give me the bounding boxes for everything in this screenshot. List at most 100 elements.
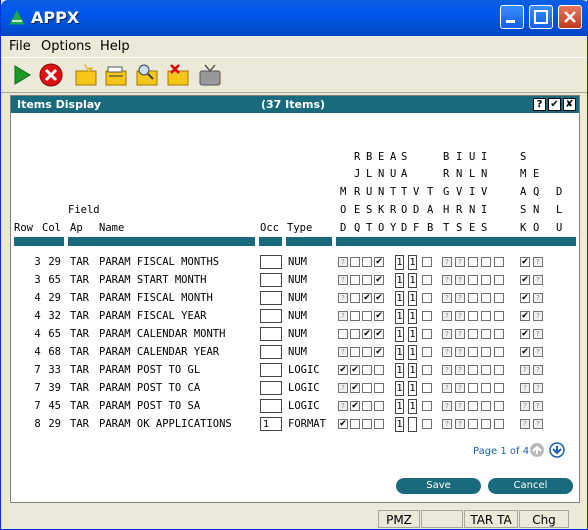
flag-checkbox[interactable]: ?: [442, 365, 452, 375]
occurrence-field[interactable]: [260, 345, 282, 359]
menu-options[interactable]: Options: [41, 39, 91, 54]
flag-checkbox[interactable]: [468, 347, 478, 357]
save-button[interactable]: Save: [396, 478, 481, 494]
menu-help[interactable]: Help: [100, 39, 130, 54]
menu-file[interactable]: File: [9, 39, 31, 54]
flag-checkbox[interactable]: ?: [455, 365, 465, 375]
maximize-button[interactable]: [529, 5, 553, 29]
flag-checkbox[interactable]: [362, 311, 372, 321]
flag-value-input[interactable]: 1: [395, 399, 404, 414]
new-icon[interactable]: [73, 62, 99, 88]
flag-checkbox[interactable]: ✔: [520, 329, 530, 339]
occurrence-field[interactable]: [260, 381, 282, 395]
flag-checkbox[interactable]: [481, 275, 491, 285]
flag-checkbox[interactable]: ?: [533, 311, 543, 321]
flag-checkbox[interactable]: [481, 365, 491, 375]
flag-checkbox[interactable]: [468, 383, 478, 393]
flag-checkbox[interactable]: ?: [455, 401, 465, 411]
flag-checkbox[interactable]: [362, 383, 372, 393]
flag-value-input[interactable]: 1: [408, 363, 417, 378]
flag-checkbox[interactable]: [481, 311, 491, 321]
flag-checkbox[interactable]: [422, 329, 432, 339]
flag-checkbox[interactable]: ?: [338, 257, 348, 267]
flag-value-input[interactable]: 1: [408, 345, 417, 360]
flag-checkbox[interactable]: [494, 347, 504, 357]
flag-checkbox[interactable]: [422, 383, 432, 393]
flag-checkbox[interactable]: [422, 257, 432, 267]
flag-checkbox[interactable]: [468, 329, 478, 339]
flag-checkbox[interactable]: [494, 419, 504, 429]
flag-checkbox[interactable]: [374, 383, 384, 393]
flag-checkbox[interactable]: [481, 401, 491, 411]
flag-checkbox[interactable]: [494, 257, 504, 267]
flag-checkbox[interactable]: [481, 329, 491, 339]
flag-checkbox[interactable]: [468, 365, 478, 375]
cancel-icon[interactable]: [38, 62, 64, 88]
flag-checkbox[interactable]: [481, 257, 491, 267]
flag-checkbox[interactable]: ?: [442, 419, 452, 429]
flag-checkbox[interactable]: [494, 383, 504, 393]
flag-value-input[interactable]: 1: [395, 381, 404, 396]
flag-checkbox[interactable]: [422, 419, 432, 429]
flag-checkbox[interactable]: [374, 419, 384, 429]
flag-checkbox[interactable]: [350, 293, 360, 303]
flag-checkbox[interactable]: ?: [442, 311, 452, 321]
flag-checkbox[interactable]: [494, 329, 504, 339]
flag-value-input[interactable]: 1: [395, 327, 404, 342]
flag-checkbox[interactable]: [468, 293, 478, 303]
flag-checkbox[interactable]: ?: [455, 419, 465, 429]
occurrence-field[interactable]: [260, 291, 282, 305]
help-button[interactable]: ?: [533, 98, 546, 111]
flag-checkbox[interactable]: ?: [338, 401, 348, 411]
flag-checkbox[interactable]: [422, 347, 432, 357]
flag-checkbox[interactable]: ?: [338, 347, 348, 357]
flag-checkbox[interactable]: ✔: [350, 383, 360, 393]
flag-checkbox[interactable]: [468, 419, 478, 429]
flag-checkbox[interactable]: ✔: [520, 293, 530, 303]
flag-checkbox[interactable]: [350, 329, 360, 339]
flag-checkbox[interactable]: ?: [455, 257, 465, 267]
flag-checkbox[interactable]: [481, 347, 491, 357]
flag-checkbox[interactable]: [362, 365, 372, 375]
flag-checkbox[interactable]: [350, 275, 360, 285]
flag-checkbox[interactable]: [338, 329, 348, 339]
flag-checkbox[interactable]: ?: [455, 293, 465, 303]
flag-checkbox[interactable]: ?: [455, 329, 465, 339]
flag-checkbox[interactable]: ✔: [520, 257, 530, 267]
flag-checkbox[interactable]: ?: [533, 347, 543, 357]
flag-checkbox[interactable]: [422, 401, 432, 411]
flag-checkbox[interactable]: [422, 365, 432, 375]
flag-checkbox[interactable]: ✔: [374, 275, 384, 285]
flag-value-input[interactable]: 1: [408, 327, 417, 342]
flag-checkbox[interactable]: ?: [520, 383, 530, 393]
flag-checkbox[interactable]: [350, 419, 360, 429]
flag-checkbox[interactable]: [350, 311, 360, 321]
flag-checkbox[interactable]: [422, 311, 432, 321]
flag-checkbox[interactable]: [481, 383, 491, 393]
flag-value-input[interactable]: 1: [395, 309, 404, 324]
flag-checkbox[interactable]: ?: [442, 383, 452, 393]
flag-checkbox[interactable]: [494, 293, 504, 303]
flag-checkbox[interactable]: ?: [442, 275, 452, 285]
occurrence-field[interactable]: [260, 327, 282, 341]
title-bar[interactable]: APPX: [1, 0, 588, 36]
flag-checkbox[interactable]: ✔: [350, 365, 360, 375]
flag-checkbox[interactable]: ?: [533, 401, 543, 411]
flag-checkbox[interactable]: [362, 419, 372, 429]
flag-value-input[interactable]: 1: [408, 399, 417, 414]
close-panel-button[interactable]: ✘: [563, 98, 576, 111]
flag-checkbox[interactable]: ?: [442, 257, 452, 267]
flag-checkbox[interactable]: ?: [533, 419, 543, 429]
flag-value-input[interactable]: 1: [408, 255, 417, 270]
flag-checkbox[interactable]: ?: [338, 275, 348, 285]
tv-icon[interactable]: [197, 62, 223, 88]
flag-checkbox[interactable]: [481, 419, 491, 429]
occurrence-field[interactable]: [260, 255, 282, 269]
flag-checkbox[interactable]: [422, 275, 432, 285]
flag-value-input[interactable]: 1: [395, 273, 404, 288]
search-icon[interactable]: [134, 62, 160, 88]
flag-checkbox[interactable]: [374, 401, 384, 411]
occurrence-field[interactable]: [260, 399, 282, 413]
flag-value-input[interactable]: 1: [408, 381, 417, 396]
flag-value-input[interactable]: 1: [408, 273, 417, 288]
